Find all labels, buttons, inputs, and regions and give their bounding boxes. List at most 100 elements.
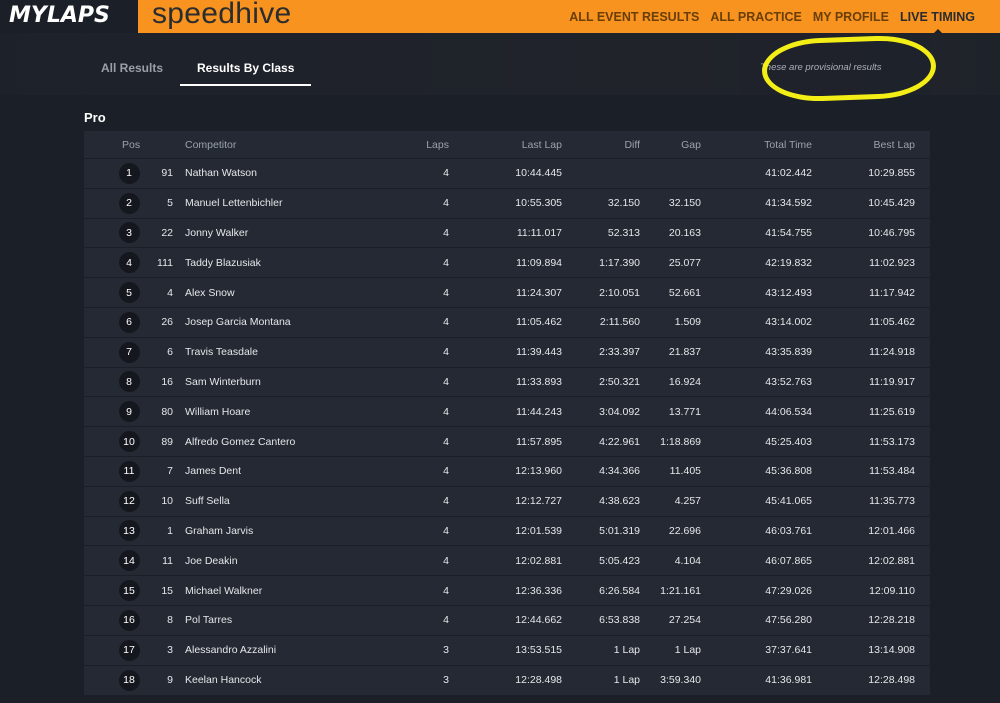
last-lap-value: 11:24.307 (516, 286, 562, 299)
header-diff: Diff (624, 138, 640, 151)
competitor-name[interactable]: Travis Teasdale (173, 346, 383, 358)
table-row[interactable]: 17 3 Alessandro Azzalini 3 13:53.515 1 Lap 1 L… (84, 636, 930, 666)
best-lap-value: 12:28.218 (868, 614, 915, 627)
gap-value: 1.509 (674, 316, 701, 329)
table-row[interactable]: 16 8 Pol Tarres 4 12:44.662 6:53.838 27.254 47:… (84, 606, 930, 636)
nav-my-profile[interactable]: MY PROFILE (813, 10, 889, 24)
competitor-name[interactable]: Manuel Lettenbichler (173, 197, 383, 209)
tab-results-by-class[interactable]: Results By Class (180, 52, 312, 86)
car-number: 22 (161, 226, 173, 239)
car-number: 10 (161, 495, 173, 508)
competitor-name[interactable]: Alfredo Gomez Cantero (173, 436, 383, 448)
laps-value: 4 (443, 495, 449, 508)
best-lap-value: 11:05.462 (869, 316, 915, 329)
competitor-name[interactable]: Suff Sella (173, 495, 383, 507)
competitor-name[interactable]: Taddy Blazusiak (173, 257, 383, 269)
table-row[interactable]: 13 1 Graham Jarvis 4 12:01.539 5:01.319 22.696… (84, 517, 930, 547)
position-badge: 10 (118, 431, 140, 453)
competitor-name[interactable]: William Hoare (173, 406, 383, 418)
position-cell: 15 (84, 580, 146, 602)
table-row[interactable]: 18 9 Keelan Hancock 3 12:28.498 1 Lap 3:59.340… (84, 666, 930, 696)
table-row[interactable]: 7 6 Travis Teasdale 4 11:39.443 2:33.397 21.83… (84, 338, 930, 368)
last-lap-value: 12:36.336 (515, 584, 562, 597)
last-lap-value: 11:09.894 (516, 256, 562, 269)
table-row[interactable]: 11 7 James Dent 4 12:13.960 4:34.366 11.405 45:… (84, 457, 930, 487)
table-row[interactable]: 4 111 Taddy Blazusiak 4 11:09.894 1:17.390 25.… (84, 248, 930, 279)
diff-value: 1:17.390 (599, 256, 640, 269)
best-lap-value: 10:29.855 (868, 167, 915, 180)
car-number: 5 (167, 197, 173, 210)
competitor-name[interactable]: Joe Deakin (173, 555, 383, 567)
competitor-name[interactable]: Michael Walkner (173, 585, 383, 597)
diff-value: 4:34.366 (599, 465, 640, 478)
speedhive-logo-text[interactable]: speedhive (152, 0, 291, 31)
gap-value: 4.257 (674, 495, 701, 508)
position-badge: 9 (118, 401, 140, 423)
position-cell: 1 (84, 162, 146, 184)
position-cell: 11 (84, 460, 146, 482)
competitor-name[interactable]: Pol Tarres (173, 614, 383, 626)
nav-all-event-results[interactable]: ALL EVENT RESULTS (569, 10, 699, 24)
car-number: 111 (157, 256, 173, 269)
car-number: 7 (167, 465, 173, 478)
competitor-name[interactable]: Jonny Walker (173, 227, 383, 239)
table-row[interactable]: 1 91 Nathan Watson 4 10:44.445 41:02.442 10:29… (84, 159, 930, 189)
laps-value: 4 (443, 167, 449, 180)
table-row[interactable]: 12 10 Suff Sella 4 12:12.727 4:38.623 4.257 45:… (84, 487, 930, 517)
table-row[interactable]: 10 89 Alfredo Gomez Cantero 4 11:57.895 4:22.… (84, 427, 930, 457)
laps-value: 4 (443, 524, 449, 537)
nav-all-practice[interactable]: ALL PRACTICE (710, 10, 801, 24)
mylaps-logo[interactable]: MYLAPS (0, 0, 138, 33)
laps-value: 4 (443, 554, 449, 567)
table-row[interactable]: 15 15 Michael Walkner 4 12:36.336 6:26.584 1:2… (84, 576, 930, 606)
competitor-name[interactable]: Alex Snow (173, 287, 383, 299)
gap-value: 13.771 (668, 405, 701, 418)
competitor-name[interactable]: Sam Winterburn (173, 376, 383, 388)
position-cell: 17 (84, 639, 146, 661)
nav-live-timing[interactable]: LIVE TIMING (900, 10, 975, 34)
table-row[interactable]: 14 11 Joe Deakin 4 12:02.881 5:05.423 4.104 46:… (84, 546, 930, 577)
table-row[interactable]: 2 5 Manuel Lettenbichler 4 10:55.305 32.150 32… (84, 189, 930, 219)
class-title: Pro (84, 110, 106, 125)
competitor-name[interactable]: Alessandro Azzalini (173, 644, 383, 656)
competitor-name[interactable]: James Dent (173, 465, 383, 477)
best-lap-value: 10:45.429 (868, 197, 915, 210)
car-number: 16 (161, 375, 173, 388)
diff-value: 32.150 (607, 197, 640, 210)
gap-value: 1:21.161 (660, 584, 701, 597)
total-time-value: 45:36.808 (765, 465, 812, 478)
laps-value: 4 (443, 256, 449, 269)
position-cell: 13 (84, 520, 146, 542)
laps-value: 4 (443, 435, 449, 448)
position-badge: 18 (118, 669, 140, 691)
diff-value: 3:04.092 (599, 405, 640, 418)
car-number: 11 (162, 554, 173, 567)
competitor-name[interactable]: Nathan Watson (173, 167, 383, 179)
competitor-name[interactable]: Graham Jarvis (173, 525, 383, 537)
competitor-name[interactable]: Josep Garcia Montana (173, 316, 383, 328)
last-lap-value: 11:57.895 (516, 435, 562, 448)
total-time-value: 44:06.534 (765, 405, 812, 418)
tab-all-results[interactable]: All Results (84, 52, 180, 86)
last-lap-value: 12:44.662 (515, 614, 562, 627)
gap-value: 11.405 (669, 465, 701, 478)
diff-value: 5:05.423 (599, 554, 640, 567)
competitor-name[interactable]: Keelan Hancock (173, 674, 383, 686)
car-number: 1 (167, 524, 173, 537)
car-number: 15 (161, 584, 173, 597)
diff-value: 2:10.051 (599, 286, 640, 299)
best-lap-value: 11:24.918 (869, 346, 915, 359)
position-cell: 14 (84, 550, 146, 572)
laps-value: 4 (443, 286, 449, 299)
table-row[interactable]: 6 26 Josep Garcia Montana 4 11:05.462 2:11.56… (84, 308, 930, 338)
table-row[interactable]: 8 16 Sam Winterburn 4 11:33.893 2:50.321 16.92… (84, 368, 930, 398)
position-badge: 17 (118, 639, 140, 661)
table-row[interactable]: 5 4 Alex Snow 4 11:24.307 2:10.051 52.661 43:12… (84, 278, 930, 308)
diff-value: 1 Lap (613, 674, 640, 687)
total-time-value: 46:03.761 (765, 524, 812, 537)
position-cell: 7 (84, 341, 146, 363)
table-row[interactable]: 3 22 Jonny Walker 4 11:11.017 52.313 20.163 41:… (84, 219, 930, 249)
diff-value: 4:22.961 (599, 435, 640, 448)
best-lap-value: 11:02.923 (869, 256, 915, 269)
table-row[interactable]: 9 80 William Hoare 4 11:44.243 3:04.092 13.771… (84, 397, 930, 428)
